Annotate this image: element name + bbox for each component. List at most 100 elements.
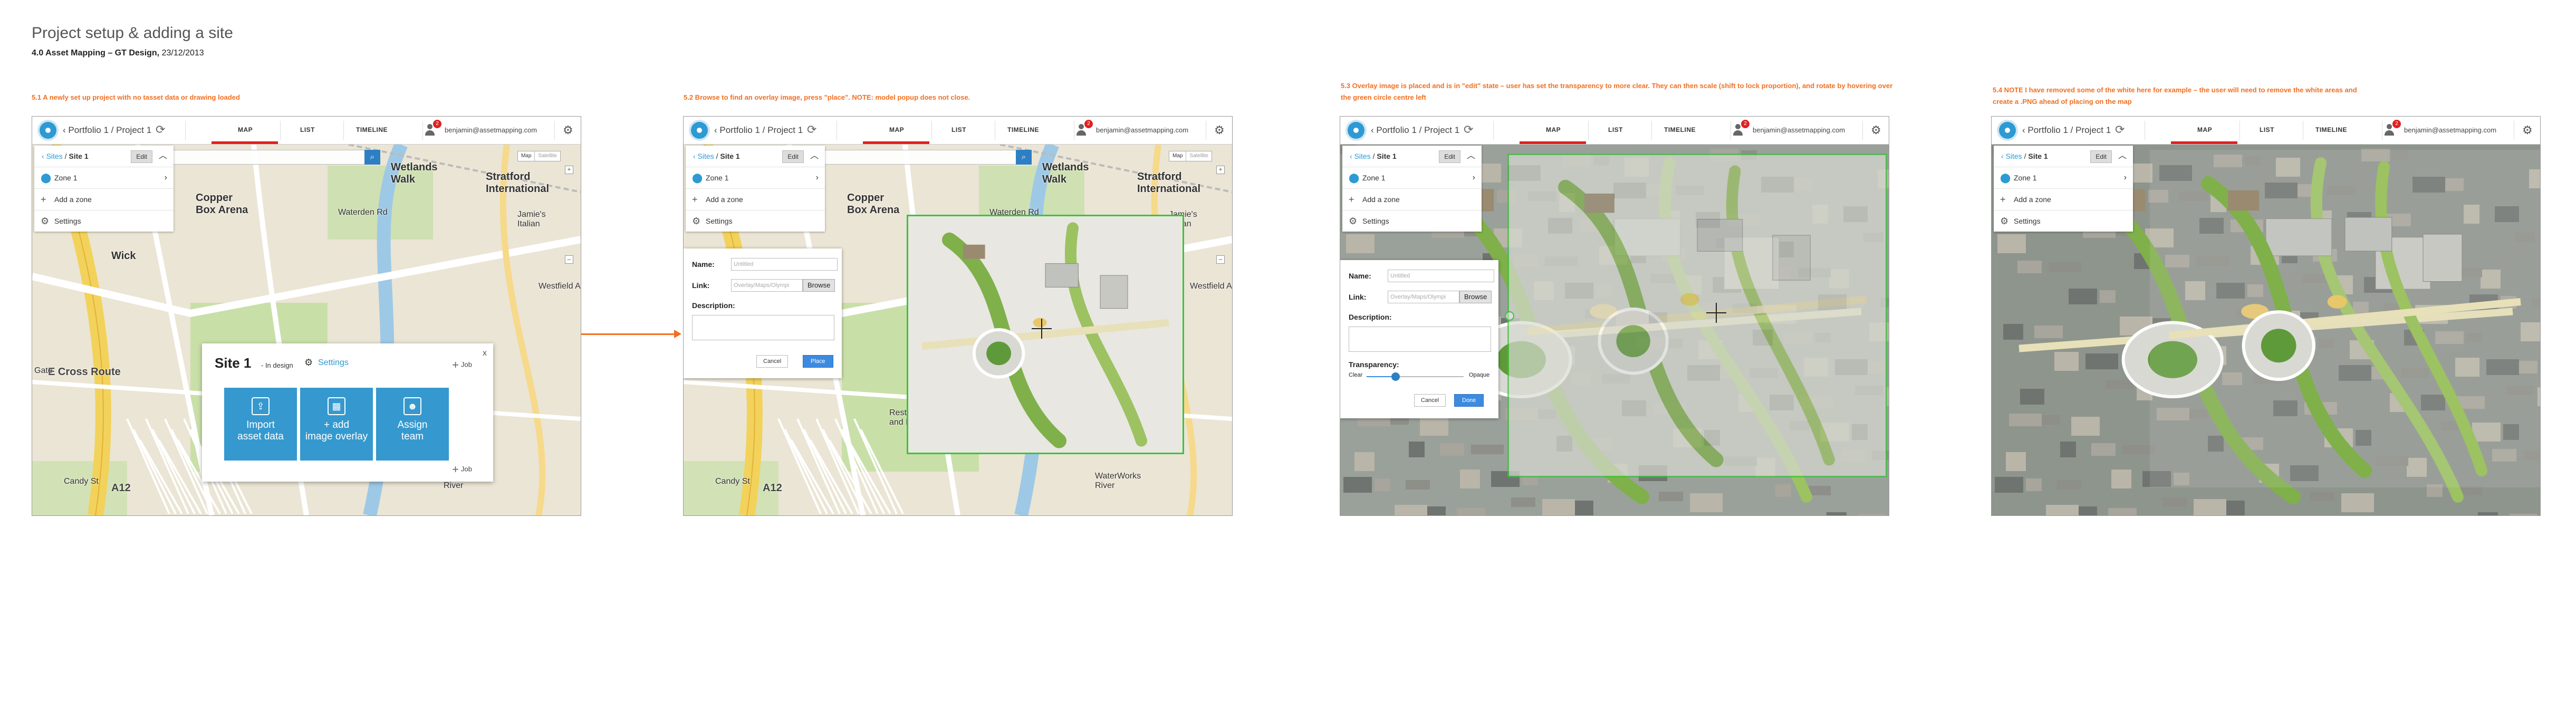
refresh-icon[interactable]: ⟳ bbox=[2115, 123, 2125, 137]
map-type-toggle[interactable]: MapSatellite bbox=[517, 151, 561, 161]
map-type-satellite[interactable]: Satellite bbox=[1186, 151, 1212, 161]
sidebar-item-settings[interactable]: ⚙ Settings bbox=[1342, 210, 1482, 232]
sites-link[interactable]: ‹ Sites bbox=[42, 152, 63, 160]
rotate-handle-icon[interactable] bbox=[1505, 311, 1514, 321]
tab-list[interactable]: LIST bbox=[1608, 126, 1623, 133]
user-email[interactable]: benjamin@assetmapping.com bbox=[1096, 126, 1188, 134]
zoom-out-button[interactable]: – bbox=[565, 255, 573, 264]
add-image-overlay-button[interactable]: ▦ + add image overlay bbox=[300, 388, 373, 461]
sidebar-item-settings[interactable]: ⚙ Settings bbox=[1994, 210, 2133, 232]
gear-icon[interactable]: ⚙ bbox=[2522, 123, 2533, 137]
tab-timeline[interactable]: TIMELINE bbox=[1664, 126, 1696, 133]
name-field[interactable]: Untitled bbox=[731, 258, 838, 271]
user-email[interactable]: benjamin@assetmapping.com bbox=[445, 126, 537, 134]
browse-button[interactable]: Browse bbox=[1459, 291, 1492, 303]
map-search-input[interactable]: ⌕ bbox=[809, 150, 1032, 165]
refresh-icon[interactable]: ⟳ bbox=[1464, 123, 1473, 137]
edit-button[interactable]: Edit bbox=[782, 150, 804, 163]
add-zone-button[interactable]: + Add a zone bbox=[1994, 189, 2133, 210]
zoom-in-button[interactable]: + bbox=[565, 166, 573, 174]
gear-icon[interactable]: ⚙ bbox=[563, 123, 573, 137]
move-crosshair-icon[interactable] bbox=[1032, 319, 1052, 339]
search-icon[interactable]: ⌕ bbox=[364, 150, 380, 165]
map-type-map[interactable]: Map bbox=[518, 151, 534, 161]
chevron-up-icon[interactable]: ︿ bbox=[159, 146, 167, 167]
overlay-image[interactable] bbox=[2150, 150, 2540, 487]
logo-icon[interactable] bbox=[1999, 122, 2016, 139]
assign-team-button[interactable]: ☻ Assign team bbox=[376, 388, 449, 461]
tab-timeline[interactable]: TIMELINE bbox=[356, 126, 388, 133]
chevron-up-icon[interactable]: ︿ bbox=[810, 146, 819, 167]
tab-map[interactable]: MAP bbox=[889, 126, 904, 133]
import-asset-data-button[interactable]: ⇪ Import asset data bbox=[224, 388, 297, 461]
add-zone-button[interactable]: + Add a zone bbox=[34, 189, 174, 210]
user-email[interactable]: benjamin@assetmapping.com bbox=[1753, 126, 1845, 134]
gear-icon[interactable]: ⚙ bbox=[1214, 123, 1225, 137]
edit-button[interactable]: Edit bbox=[1439, 150, 1460, 163]
map-type-toggle[interactable]: MapSatellite bbox=[1168, 151, 1212, 161]
settings-icon[interactable]: ⚙ bbox=[304, 357, 313, 368]
user-email[interactable]: benjamin@assetmapping.com bbox=[2404, 126, 2496, 134]
edit-button[interactable]: Edit bbox=[131, 150, 152, 163]
sites-link[interactable]: ‹ Sites bbox=[693, 152, 714, 160]
move-crosshair-icon[interactable] bbox=[1706, 303, 1726, 323]
chevron-up-icon[interactable]: ︿ bbox=[2118, 146, 2127, 167]
chevron-right-icon[interactable]: › bbox=[816, 167, 819, 188]
tab-map[interactable]: MAP bbox=[1546, 126, 1561, 133]
logo-icon[interactable] bbox=[1348, 122, 1364, 139]
popup-settings-link[interactable]: Settings bbox=[318, 358, 349, 368]
search-icon[interactable]: ⌕ bbox=[1016, 150, 1032, 165]
sidebar-item-settings[interactable]: ⚙ Settings bbox=[686, 210, 825, 232]
overlay-image[interactable] bbox=[1507, 154, 1887, 477]
notification-badge[interactable]: 2 bbox=[433, 120, 441, 128]
notification-badge[interactable]: 2 bbox=[1741, 120, 1750, 128]
chevron-up-icon[interactable]: ︿ bbox=[1467, 146, 1475, 167]
notification-badge[interactable]: 2 bbox=[2392, 120, 2401, 128]
breadcrumb[interactable]: ‹ Portfolio 1 / Project 1 bbox=[63, 125, 151, 136]
link-field[interactable]: Overlay/Maps/Olympi bbox=[1388, 291, 1459, 303]
refresh-icon[interactable]: ⟳ bbox=[156, 123, 165, 137]
description-field[interactable] bbox=[692, 315, 834, 340]
map-type-map[interactable]: Map bbox=[1169, 151, 1186, 161]
name-field[interactable]: Untitled bbox=[1388, 270, 1494, 282]
breadcrumb[interactable]: ‹ Portfolio 1 / Project 1 bbox=[714, 125, 803, 136]
zoom-in-button[interactable]: + bbox=[1216, 166, 1225, 174]
browse-button[interactable]: Browse bbox=[803, 279, 835, 292]
close-icon[interactable]: x bbox=[483, 349, 487, 358]
sidebar-item-zone[interactable]: ⬤ Zone 1 › bbox=[1342, 167, 1482, 189]
zoom-out-button[interactable]: – bbox=[1216, 255, 1225, 264]
gear-icon[interactable]: ⚙ bbox=[1871, 123, 1881, 137]
breadcrumb[interactable]: ‹ Portfolio 1 / Project 1 bbox=[2022, 125, 2111, 136]
sites-link[interactable]: ‹ Sites bbox=[1350, 152, 1371, 160]
add-job-top-button[interactable]: + Job bbox=[452, 358, 472, 372]
add-job-bottom-button[interactable]: + Job bbox=[452, 463, 472, 476]
logo-icon[interactable] bbox=[40, 122, 56, 139]
link-field[interactable]: Overlay/Maps/Olympi bbox=[731, 279, 803, 292]
tab-map[interactable]: MAP bbox=[2197, 126, 2212, 133]
sites-link[interactable]: ‹ Sites bbox=[2001, 152, 2022, 160]
sidebar-item-zone[interactable]: ⬤ Zone 1 › bbox=[34, 167, 174, 189]
cancel-button[interactable]: Cancel bbox=[1414, 394, 1446, 407]
sidebar-item-zone[interactable]: ⬤ Zone 1 › bbox=[1994, 167, 2133, 189]
tab-timeline[interactable]: TIMELINE bbox=[2315, 126, 2347, 133]
chevron-right-icon[interactable]: › bbox=[1473, 167, 1475, 188]
map-type-satellite[interactable]: Satellite bbox=[534, 151, 560, 161]
add-zone-button[interactable]: + Add a zone bbox=[686, 189, 825, 210]
transparency-slider-handle[interactable] bbox=[1391, 372, 1400, 381]
tab-list[interactable]: LIST bbox=[951, 126, 966, 133]
chevron-right-icon[interactable]: › bbox=[165, 167, 167, 188]
place-button[interactable]: Place bbox=[803, 355, 833, 368]
sidebar-item-settings[interactable]: ⚙ Settings bbox=[34, 210, 174, 232]
done-button[interactable]: Done bbox=[1454, 394, 1484, 407]
cancel-button[interactable]: Cancel bbox=[756, 355, 789, 368]
logo-icon[interactable] bbox=[691, 122, 708, 139]
tab-map[interactable]: MAP bbox=[238, 126, 253, 133]
tab-list[interactable]: LIST bbox=[2260, 126, 2274, 133]
tab-timeline[interactable]: TIMELINE bbox=[1007, 126, 1039, 133]
map-search-input[interactable]: ⌕ bbox=[158, 150, 380, 165]
notification-badge[interactable]: 2 bbox=[1084, 120, 1093, 128]
breadcrumb[interactable]: ‹ Portfolio 1 / Project 1 bbox=[1371, 125, 1459, 136]
chevron-right-icon[interactable]: › bbox=[2124, 167, 2127, 188]
tab-list[interactable]: LIST bbox=[300, 126, 315, 133]
refresh-icon[interactable]: ⟳ bbox=[807, 123, 816, 137]
